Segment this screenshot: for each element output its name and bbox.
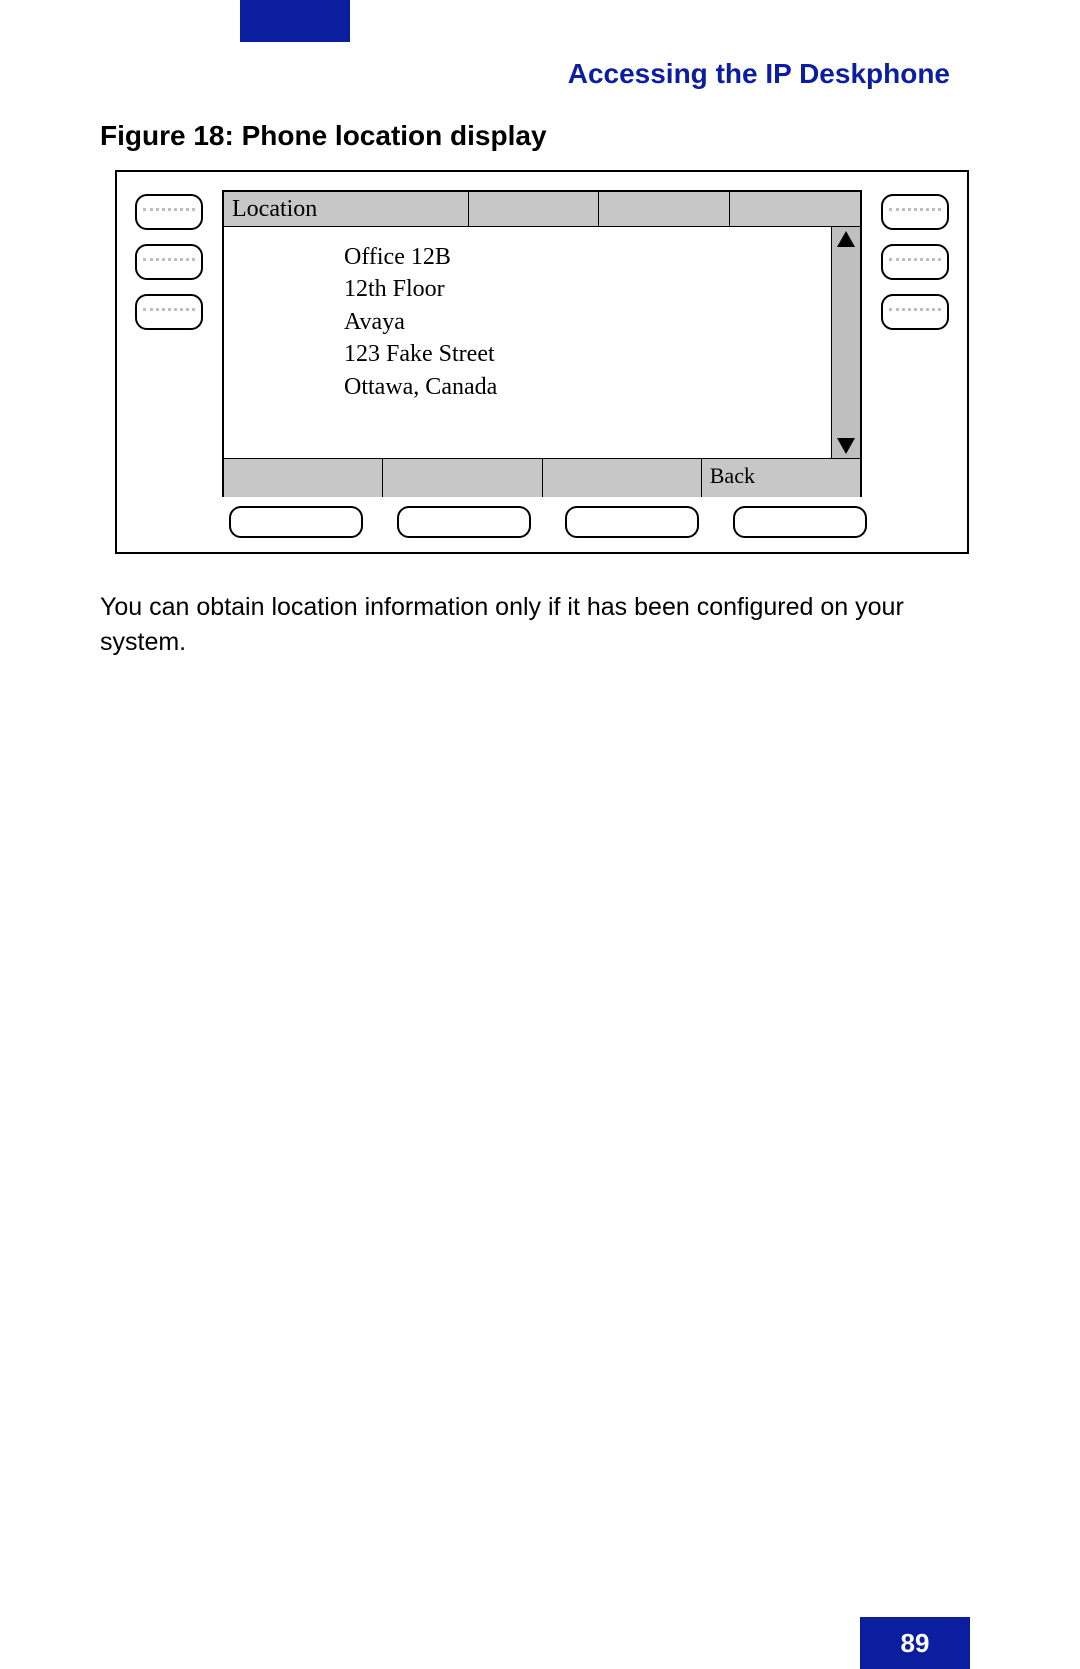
hard-button-right-2[interactable]: [881, 244, 949, 280]
hard-button-left-1[interactable]: [135, 194, 203, 230]
top-tab-marker: [240, 0, 350, 42]
location-line: Office 12B: [344, 241, 820, 273]
location-line: Avaya: [344, 306, 820, 338]
hard-softkey-button-1[interactable]: [229, 506, 363, 538]
hard-softkey-button-4[interactable]: [733, 506, 867, 538]
hard-button-left-2[interactable]: [135, 244, 203, 280]
lcd-title-cell-4: [730, 192, 860, 226]
location-text: Office 12B 12th Floor Avaya 123 Fake Str…: [344, 241, 820, 403]
page-number: 89: [860, 1617, 970, 1669]
body-paragraph: You can obtain location information only…: [100, 590, 970, 660]
hard-button-left-3[interactable]: [135, 294, 203, 330]
section-header: Accessing the IP Deskphone: [568, 58, 950, 90]
lcd-title-cell-1: Location: [224, 192, 469, 226]
lcd-titlebar: Location: [224, 192, 860, 227]
lcd-screen: Location Office 12B 12th Floor Avaya 123…: [222, 190, 862, 497]
lcd-title-cell-3: [599, 192, 730, 226]
lcd-title-cell-2: [469, 192, 600, 226]
figure-box: Location Office 12B 12th Floor Avaya 123…: [115, 170, 969, 554]
softkey-1[interactable]: [224, 459, 383, 497]
scroll-down-icon[interactable]: [837, 438, 855, 454]
scrollbar[interactable]: [831, 227, 860, 458]
location-line: Ottawa, Canada: [344, 371, 820, 403]
hard-button-right-1[interactable]: [881, 194, 949, 230]
softkey-back[interactable]: Back: [702, 459, 860, 497]
location-line: 123 Fake Street: [344, 338, 820, 370]
figure-caption: Figure 18: Phone location display: [100, 120, 547, 152]
softkey-2[interactable]: [383, 459, 542, 497]
softkey-3[interactable]: [543, 459, 702, 497]
softkey-row: Back: [224, 458, 860, 497]
location-line: 12th Floor: [344, 273, 820, 305]
hard-softkey-button-2[interactable]: [397, 506, 531, 538]
lcd-body: Office 12B 12th Floor Avaya 123 Fake Str…: [224, 227, 860, 458]
hard-softkey-button-3[interactable]: [565, 506, 699, 538]
scroll-up-icon[interactable]: [837, 231, 855, 247]
hard-button-right-3[interactable]: [881, 294, 949, 330]
